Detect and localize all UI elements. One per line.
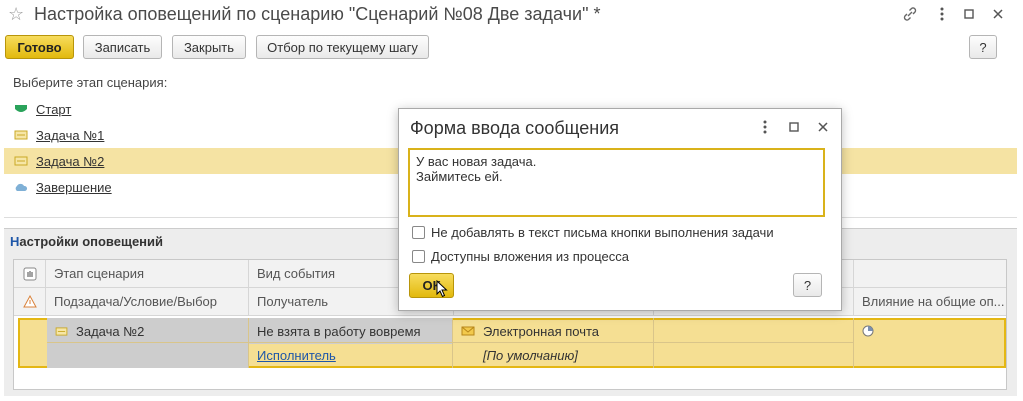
row-event-cell[interactable]: Не взята в работу вовремя bbox=[249, 318, 453, 344]
maximize-icon[interactable] bbox=[959, 5, 979, 23]
header-influence[interactable]: Влияние на общие оп... bbox=[854, 288, 1006, 316]
window-title: Настройка оповещений по сценарию "Сценар… bbox=[34, 4, 601, 24]
mouse-cursor-icon bbox=[436, 279, 448, 301]
favorite-star-icon[interactable]: ☆ bbox=[8, 4, 24, 25]
attachments-label: Доступны вложения из процесса bbox=[431, 249, 629, 264]
row-recipient-cell[interactable]: Исполнитель bbox=[249, 342, 453, 368]
task-icon bbox=[14, 156, 28, 166]
header-stage[interactable]: Этап сценария bbox=[46, 260, 249, 288]
select-stage-label: Выберите этап сценария: bbox=[13, 75, 168, 90]
stage-label: Задача №2 bbox=[36, 153, 105, 169]
stage-label: Завершение bbox=[36, 179, 112, 195]
recipient-link[interactable]: Исполнитель bbox=[257, 348, 336, 363]
email-icon bbox=[461, 326, 475, 336]
row-stage-cell[interactable]: Задача №2 bbox=[47, 318, 249, 344]
close-button[interactable]: Закрыть bbox=[172, 35, 246, 59]
row-channel-default-cell[interactable]: [По умолчанию] bbox=[453, 342, 654, 368]
row-influence-cell[interactable] bbox=[854, 318, 1004, 344]
dialog-close-icon[interactable] bbox=[813, 118, 833, 136]
message-textarea[interactable]: У вас новая задача. Займитесь ей. bbox=[408, 148, 825, 217]
header-subtask[interactable]: Подзадача/Условие/Выбор bbox=[46, 288, 249, 316]
settings-title: Настройки оповещений bbox=[10, 234, 164, 249]
header-col4[interactable] bbox=[854, 260, 1006, 288]
cloud-icon bbox=[15, 183, 28, 191]
link-icon[interactable] bbox=[900, 5, 920, 23]
row-channel-cell[interactable]: Электронная почта bbox=[453, 318, 654, 344]
filter-current-step-button[interactable]: Отбор по текущему шагу bbox=[256, 35, 429, 59]
row-subtask-cell[interactable] bbox=[47, 342, 249, 368]
help-button[interactable]: ? bbox=[969, 35, 997, 59]
hand-icon bbox=[14, 260, 46, 288]
dialog-maximize-icon[interactable] bbox=[784, 118, 804, 136]
dialog-help-button[interactable]: ? bbox=[793, 273, 822, 297]
start-shield-icon bbox=[15, 105, 27, 112]
no-buttons-label: Не добавлять в текст письма кнопки выпол… bbox=[431, 225, 774, 240]
no-buttons-checkbox[interactable] bbox=[412, 226, 425, 239]
stage-label: Старт bbox=[36, 101, 72, 117]
dialog-title: Форма ввода сообщения bbox=[410, 118, 620, 138]
message-line-1: У вас новая задача. bbox=[416, 154, 537, 169]
dialog-more-icon[interactable] bbox=[755, 118, 775, 136]
row-stage-label: Задача №2 bbox=[76, 323, 145, 339]
row-empty-cell[interactable] bbox=[654, 318, 854, 344]
message-line-2: Займитесь ей. bbox=[416, 169, 503, 184]
influence-icon bbox=[862, 325, 874, 337]
task-icon bbox=[14, 130, 28, 140]
save-button[interactable]: Записать bbox=[83, 35, 162, 59]
close-window-icon[interactable] bbox=[988, 5, 1008, 23]
done-button[interactable]: Готово bbox=[5, 35, 74, 59]
warning-icon bbox=[14, 288, 46, 316]
stage-label: Задача №1 bbox=[36, 127, 105, 143]
task-icon bbox=[55, 326, 68, 336]
row-channel-label: Электронная почта bbox=[483, 323, 600, 339]
more-menu-icon[interactable] bbox=[932, 5, 952, 23]
row-empty-cell-2[interactable] bbox=[654, 342, 854, 368]
attachments-checkbox[interactable] bbox=[412, 250, 425, 263]
